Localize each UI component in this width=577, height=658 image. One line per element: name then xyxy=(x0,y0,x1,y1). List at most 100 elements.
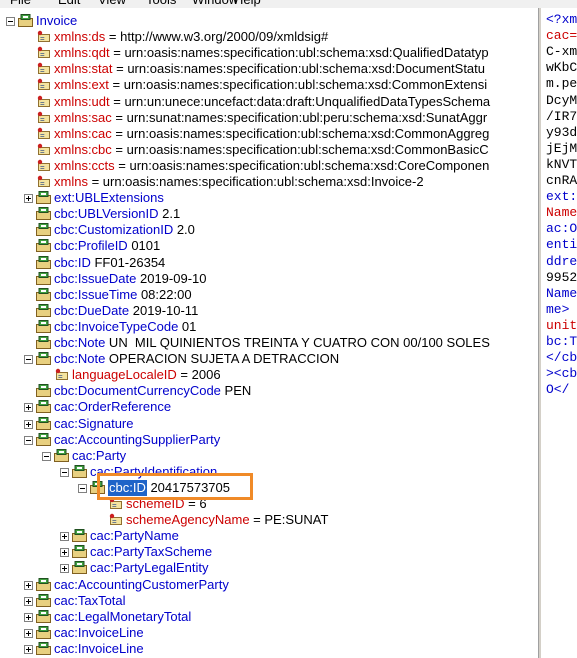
tree-element-row[interactable]: cbc:CustomizationID 2.0 xyxy=(0,222,538,238)
menu-item[interactable]: Tools xyxy=(146,0,176,7)
tree-element-row[interactable]: cac:TaxTotal xyxy=(0,593,538,609)
element-icon xyxy=(72,561,87,575)
attribute-value: = PE:SUNAT xyxy=(249,512,329,528)
tree-element-row[interactable]: cac:PartyName xyxy=(0,528,538,544)
xml-source-line: unit xyxy=(546,317,577,333)
attribute-icon: = xyxy=(108,513,123,526)
tree-element-row[interactable]: Invoice xyxy=(0,13,538,29)
element-icon xyxy=(36,191,51,205)
tree-attribute-row[interactable]: = languageLocaleID = 2006 xyxy=(0,367,538,383)
tree-element-row[interactable]: cbc:Note UN MIL QUINIENTOS TREINTA Y CUA… xyxy=(0,335,538,351)
tree-attribute-row[interactable]: = xmlns:udt = urn:un:unece:uncefact:data:… xyxy=(0,94,538,110)
expand-node-toggle[interactable] xyxy=(24,403,33,413)
tree-element-row[interactable]: cbc:Note OPERACION SUJETA A DETRACCION xyxy=(0,351,538,367)
xml-source-line: ext:E xyxy=(546,189,577,205)
tree-element-row[interactable]: cbc:ProfileID 0101 xyxy=(0,238,538,254)
attribute-icon: = xyxy=(36,78,51,91)
tree-element-row[interactable]: cbc:DocumentCurrencyCode PEN xyxy=(0,383,538,399)
svg-text:=: = xyxy=(112,517,117,526)
tree-element-row[interactable]: cac:InvoiceLine xyxy=(0,641,538,657)
expand-node-toggle[interactable] xyxy=(24,194,33,204)
tree-element-row[interactable]: cac:AccountingSupplierParty xyxy=(0,432,538,448)
tree-element-row[interactable]: cbc:ID FF01-26354 xyxy=(0,255,538,271)
element-icon xyxy=(36,416,51,430)
element-name: cbc:DocumentCurrencyCode xyxy=(54,383,221,399)
attribute-name: xmlns:cbc xyxy=(54,141,112,157)
element-name: cbc:ID xyxy=(108,479,147,496)
tree-attribute-row[interactable]: = schemeID = 6 xyxy=(0,496,538,512)
collapse-node-toggle[interactable] xyxy=(78,483,87,493)
collapse-node-toggle[interactable] xyxy=(6,17,15,26)
menu-item[interactable]: Help xyxy=(234,0,261,7)
attribute-value: = urn:oasis:names:specification:ubl:sche… xyxy=(112,61,486,77)
collapse-node-toggle[interactable] xyxy=(24,355,33,365)
tree-element-row[interactable]: ext:UBLExtensions xyxy=(0,190,538,206)
tree-attribute-row[interactable]: = xmlns:sac = urn:sunat:names:specificati… xyxy=(0,110,538,126)
tree-element-row[interactable]: cac:AccountingCustomerParty xyxy=(0,577,538,593)
tree-attribute-row[interactable]: = xmlns:cac = urn:oasis:names:specificati… xyxy=(0,126,538,142)
expand-node-toggle[interactable] xyxy=(24,419,33,429)
element-icon xyxy=(36,207,51,221)
xml-source-line: jEjMG xyxy=(546,140,577,156)
tree-attribute-row[interactable]: = xmlns:ds = http://www.w3.org/2000/09/xm… xyxy=(0,29,538,45)
expand-node-toggle[interactable] xyxy=(24,596,33,606)
xml-tree-view[interactable]: Invoice = xmlns:ds = http://www.w3.org/200… xyxy=(0,8,538,658)
tree-element-row[interactable]: cbc:IssueTime 08:22:00 xyxy=(0,287,538,303)
tree-element-row[interactable]: cbc:ID 20417573705 xyxy=(0,479,538,496)
tree-element-row[interactable]: cbc:InvoiceTypeCode 01 xyxy=(0,319,538,335)
expand-node-toggle[interactable] xyxy=(60,532,69,542)
attribute-value: = urn:oasis:names:specification:ubl:sche… xyxy=(114,157,490,173)
expand-node-toggle[interactable] xyxy=(24,644,33,654)
element-name: cbc:CustomizationID xyxy=(54,222,174,238)
collapse-node-toggle[interactable] xyxy=(60,467,69,477)
element-icon xyxy=(72,545,87,559)
svg-text:=: = xyxy=(40,66,45,75)
expand-node-toggle[interactable] xyxy=(24,580,33,590)
tree-element-row[interactable]: cac:Party xyxy=(0,448,538,464)
tree-element-row[interactable]: cbc:IssueDate 2019-09-10 xyxy=(0,271,538,287)
menu-item[interactable]: View xyxy=(98,0,126,7)
element-icon xyxy=(36,352,51,366)
xml-source-line: 9952 xyxy=(546,269,577,285)
element-name: cac:AccountingSupplierParty xyxy=(54,431,221,447)
element-icon xyxy=(72,464,87,478)
expand-node-toggle[interactable] xyxy=(24,628,33,638)
tree-attribute-row[interactable]: = xmlns:ccts = urn:oasis:names:specificat… xyxy=(0,158,538,174)
tree-attribute-row[interactable]: = schemeAgencyName = PE:SUNAT xyxy=(0,512,538,528)
collapse-node-toggle[interactable] xyxy=(42,451,51,461)
tree-element-row[interactable]: cac:PartyLegalEntity xyxy=(0,560,538,576)
attribute-icon: = xyxy=(108,497,123,510)
tree-element-row[interactable]: cbc:UBLVersionID 2.1 xyxy=(0,206,538,222)
tree-element-row[interactable]: cac:Signature xyxy=(0,416,538,432)
xml-source-line: m.pe xyxy=(546,76,577,92)
menu-item[interactable]: File xyxy=(10,0,31,7)
tree-element-row[interactable]: cac:PartyTaxScheme xyxy=(0,544,538,560)
xml-source-pane[interactable]: <?xmcac=C-xmwKbCm.peDcyM/IR7Xy93djEjMGkN… xyxy=(542,8,577,658)
element-icon xyxy=(36,287,51,301)
expand-node-toggle[interactable] xyxy=(24,612,33,622)
element-icon xyxy=(36,319,51,333)
element-value: 20417573705 xyxy=(146,479,230,495)
collapse-node-toggle[interactable] xyxy=(24,435,33,445)
tree-element-row[interactable]: cac:PartyIdentification xyxy=(0,464,538,480)
element-value: 01 xyxy=(178,318,197,334)
tree-element-row[interactable]: cac:LegalMonetaryTotal xyxy=(0,609,538,625)
attribute-icon: = xyxy=(36,95,51,108)
tree-attribute-row[interactable]: = xmlns:cbc = urn:oasis:names:specificati… xyxy=(0,142,538,158)
element-name: cbc:IssueTime xyxy=(54,286,138,302)
tree-attribute-row[interactable]: = xmlns:ext = urn:oasis:names:specificati… xyxy=(0,77,538,93)
expand-node-toggle[interactable] xyxy=(60,548,69,558)
tree-attribute-row[interactable]: = xmlns:qdt = urn:oasis:names:specificati… xyxy=(0,45,538,61)
tree-element-row[interactable]: cac:OrderReference xyxy=(0,399,538,415)
menu-item[interactable]: Edit xyxy=(58,0,80,7)
menu-item[interactable]: Window xyxy=(192,0,238,7)
tree-attribute-row[interactable]: = xmlns:stat = urn:oasis:names:specificat… xyxy=(0,61,538,77)
expand-node-toggle[interactable] xyxy=(60,564,69,574)
svg-text:=: = xyxy=(40,147,45,156)
attribute-value: = urn:oasis:names:specification:ubl:sche… xyxy=(111,141,489,157)
attribute-icon: = xyxy=(54,368,69,381)
tree-element-row[interactable]: cac:InvoiceLine xyxy=(0,625,538,641)
tree-element-row[interactable]: cbc:DueDate 2019-10-11 xyxy=(0,303,538,319)
tree-attribute-row[interactable]: = xmlns = urn:oasis:names:specification:u… xyxy=(0,174,538,190)
element-icon xyxy=(90,480,105,494)
